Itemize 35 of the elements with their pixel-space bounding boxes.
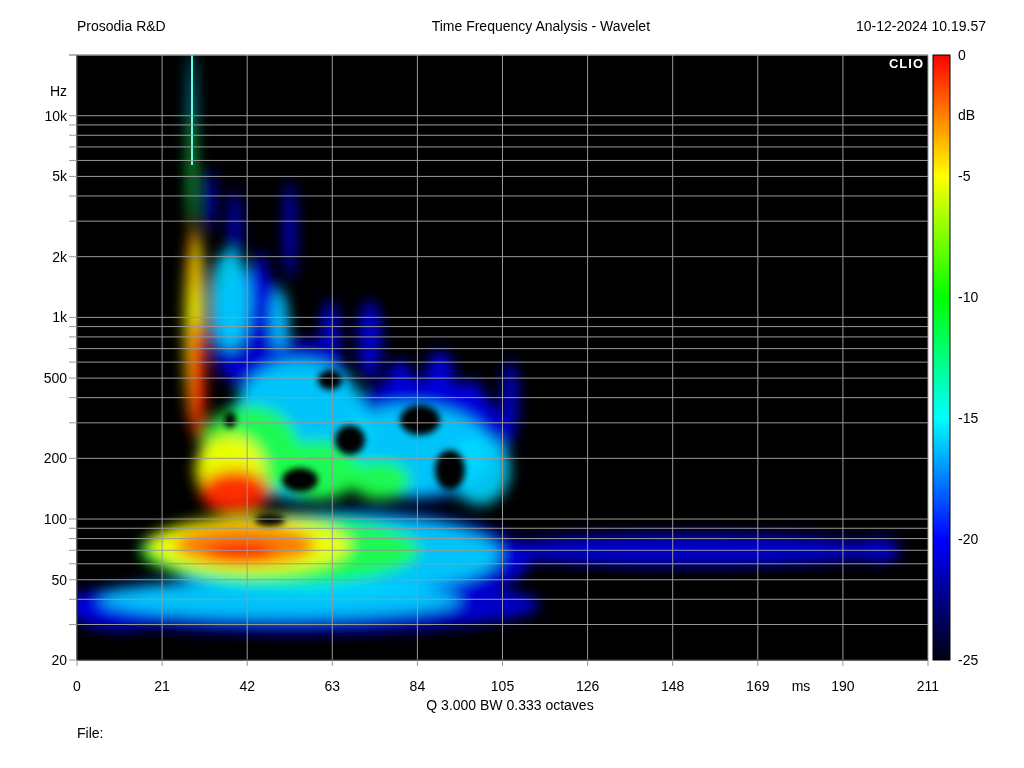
x-tick-label: 211 [916, 678, 940, 694]
logo-text: CLIO [888, 56, 924, 71]
colorbar-tick-label: -15 [958, 410, 979, 426]
colorbar-tick-label: -5 [958, 168, 971, 184]
colorbar-tick-label: -20 [958, 531, 979, 547]
x-tick-label: 0 [73, 678, 81, 694]
axis-unit-label: Hz [49, 83, 67, 99]
y-tick-label: 10k [44, 107, 67, 124]
timestamp: 10-12-2024 10.19.57 [856, 18, 986, 36]
x-tick-label: 42 [239, 678, 255, 694]
colorbar-tick-label: 0 [958, 47, 966, 63]
y-tick-label: 20 [51, 652, 67, 668]
x-tick-label: 190 [831, 678, 855, 694]
axis-caption: Q 3.000 BW 0.333 octaves [426, 697, 594, 713]
colorbar-tick-label: -25 [958, 652, 979, 668]
x-tick-label: 84 [409, 678, 426, 694]
x-tick-label: 21 [154, 678, 170, 694]
chart-title: Time Frequency Analysis - Wavelet [431, 18, 651, 36]
file-label: File: [77, 725, 104, 741]
company-name: Prosodia R&D [77, 18, 166, 36]
y-tick-label: 1k [52, 309, 67, 326]
x-tick-label: 105 [490, 678, 515, 694]
y-tick-label: 200 [43, 450, 67, 467]
y-tick-label: 100 [43, 511, 67, 528]
colorbar-tick-label: -10 [958, 289, 979, 305]
y-tick-label: 5k [52, 168, 67, 185]
x-tick-label: 148 [661, 678, 685, 694]
y-tick-label: 50 [51, 571, 67, 588]
x-tick-label: 126 [575, 678, 600, 694]
colorbar-unit-label: dB [958, 107, 976, 123]
y-tick-label: 2k [52, 248, 67, 265]
axis-unit-label: ms [791, 678, 811, 694]
y-tick-label: 500 [43, 370, 67, 387]
x-tick-label: 169 [746, 678, 770, 694]
x-tick-label: 63 [324, 678, 341, 694]
